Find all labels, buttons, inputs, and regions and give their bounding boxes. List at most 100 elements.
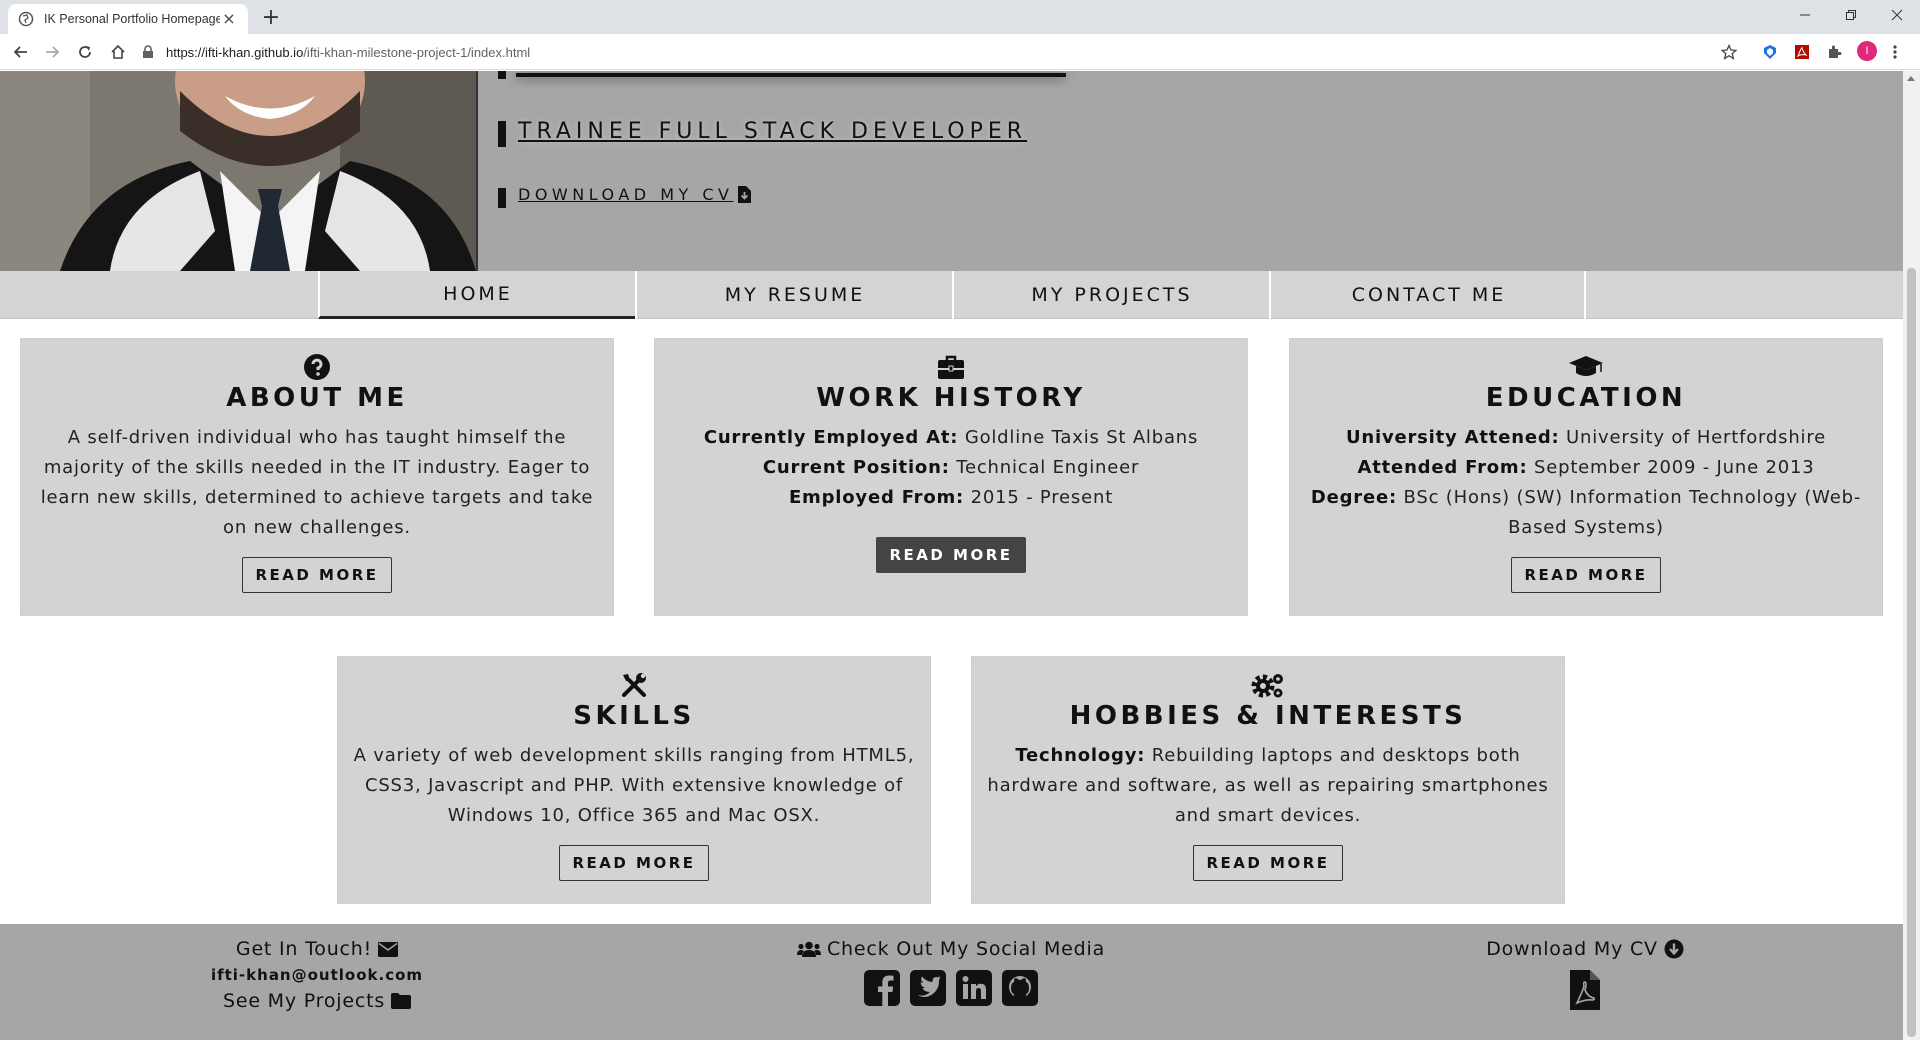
hobbies-card: HOBBIES & INTERESTS Technology: Rebuildi… xyxy=(971,656,1565,904)
lock-icon xyxy=(140,44,156,60)
restore-icon[interactable] xyxy=(1828,0,1874,30)
linkedin-icon[interactable] xyxy=(956,970,992,1006)
see-my-projects-link[interactable]: See My Projects xyxy=(0,990,634,1012)
employer-label: Currently Employed At: xyxy=(703,427,959,448)
hobbies-text: Technology: Rebuilding laptops and deskt… xyxy=(972,741,1564,831)
work-history-title: WORK HISTORY xyxy=(816,383,1086,413)
graduation-cap-icon xyxy=(1290,353,1882,381)
work-history-details: Currently Employed At: Goldline Taxis St… xyxy=(655,423,1247,513)
site-footer: Get In Touch! ifti-khan@outlook.com See … xyxy=(0,924,1903,1040)
folder-icon xyxy=(391,993,412,1009)
social-media-label: Check Out My Social Media xyxy=(826,938,1106,960)
technology-label: Technology: xyxy=(1015,745,1146,766)
reload-icon[interactable] xyxy=(73,40,97,64)
hero-marker xyxy=(498,188,506,208)
home-icon[interactable] xyxy=(106,40,130,64)
download-my-cv-link[interactable]: Download My CV xyxy=(1268,938,1902,960)
skills-card: SKILLS A variety of web development skil… xyxy=(337,656,931,904)
about-me-text: A self-driven individual who has taught … xyxy=(40,427,594,538)
education-title: EDUCATION xyxy=(1485,383,1687,413)
globe-icon xyxy=(18,11,34,27)
minimize-icon[interactable] xyxy=(1782,0,1828,30)
profile-photo xyxy=(0,71,476,271)
bookmark-star-icon[interactable] xyxy=(1720,43,1738,61)
footer-download-column: Download My CV xyxy=(1268,938,1902,1010)
footer-social-column: Check Out My Social Media xyxy=(634,938,1268,1006)
hero-marker xyxy=(498,121,506,147)
skills-title: SKILLS xyxy=(573,701,695,731)
tab-close-icon[interactable]: × xyxy=(220,10,238,28)
skills-text: A variety of web development skills rang… xyxy=(353,745,915,826)
url-host: https://ifti-khan.github.io xyxy=(166,44,304,60)
new-tab-icon[interactable]: + xyxy=(258,6,284,32)
page-scrollbar[interactable] xyxy=(1903,71,1920,1040)
nav-home[interactable]: HOME xyxy=(318,271,636,319)
hero-marker xyxy=(498,71,506,79)
download-cv-link[interactable]: DOWNLOAD MY CV xyxy=(518,185,751,204)
hero-job-title: TRAINEE FULL STACK DEVELOPER xyxy=(518,119,1028,144)
position-label: Current Position: xyxy=(762,457,950,478)
nav-projects-label: MY PROJECTS xyxy=(1031,284,1193,306)
nav-my-resume[interactable]: MY RESUME xyxy=(635,271,953,319)
employed-from-label: Employed From: xyxy=(788,487,965,508)
hero-underline-bar xyxy=(516,73,1066,77)
degree-value: BSc (Hons) (SW) Information Technology (… xyxy=(1397,487,1862,538)
pdf-extension-icon[interactable] xyxy=(1793,43,1811,61)
about-read-more-button[interactable]: READ MORE xyxy=(242,557,392,593)
file-pdf-icon[interactable] xyxy=(1570,970,1600,1010)
employer-value: Goldline Taxis St Albans xyxy=(958,427,1199,448)
see-my-projects-label: See My Projects xyxy=(222,990,386,1012)
tools-icon xyxy=(338,671,930,699)
extensions-puzzle-icon[interactable] xyxy=(1825,43,1843,61)
envelope-icon xyxy=(378,941,399,957)
skills-read-more-button[interactable]: READ MORE xyxy=(559,845,709,881)
facebook-icon[interactable] xyxy=(864,970,900,1006)
work-history-card: WORK HISTORY Currently Employed At: Gold… xyxy=(654,338,1248,616)
profile-avatar[interactable]: I xyxy=(1857,41,1877,61)
education-read-more-button[interactable]: READ MORE xyxy=(1511,557,1661,593)
nav-divider xyxy=(1584,271,1586,319)
hobbies-read-more-button[interactable]: READ MORE xyxy=(1193,845,1343,881)
download-cv-label: DOWNLOAD MY CV xyxy=(518,185,734,204)
nav-contact-me[interactable]: CONTACT ME xyxy=(1269,271,1587,319)
about-me-title: ABOUT ME xyxy=(226,383,408,413)
scrollbar-thumb[interactable] xyxy=(1907,268,1916,1037)
close-window-icon[interactable] xyxy=(1874,0,1920,30)
position-value: Technical Engineer xyxy=(949,457,1140,478)
social-media-heading: Check Out My Social Media xyxy=(634,938,1268,960)
social-icons xyxy=(634,970,1268,1006)
university-value: University of Hertfordshire xyxy=(1559,427,1827,448)
education-card: EDUCATION University Attened: University… xyxy=(1289,338,1883,616)
extension-shield-icon[interactable] xyxy=(1761,43,1779,61)
users-icon xyxy=(796,941,821,957)
menu-kebab-icon[interactable] xyxy=(1886,43,1904,61)
attended-from-label: Attended From: xyxy=(1357,457,1528,478)
browser-tab-strip: IK Personal Portfolio Homepage × + xyxy=(0,0,1920,34)
arrow-circle-down-icon xyxy=(1664,939,1684,959)
url-text: https://ifti-khan.github.io/ifti-khan-mi… xyxy=(166,45,530,60)
university-label: University Attened: xyxy=(1345,427,1560,448)
work-read-more-button[interactable]: READ MORE xyxy=(876,537,1026,573)
browser-toolbar: https://ifti-khan.github.io/ifti-khan-mi… xyxy=(0,34,1920,70)
attended-from-value: September 2009 - June 2013 xyxy=(1527,457,1815,478)
twitter-icon[interactable] xyxy=(910,970,946,1006)
back-arrow-icon[interactable] xyxy=(9,40,33,64)
get-in-touch-label: Get In Touch! xyxy=(235,938,373,960)
nav-my-projects[interactable]: MY PROJECTS xyxy=(952,271,1270,319)
hobbies-title: HOBBIES & INTERESTS xyxy=(1069,701,1467,731)
education-details: University Attened: University of Hertfo… xyxy=(1290,423,1882,543)
address-bar[interactable]: https://ifti-khan.github.io/ifti-khan-mi… xyxy=(140,38,1740,66)
degree-label: Degree: xyxy=(1310,487,1397,508)
forward-arrow-icon[interactable] xyxy=(40,40,64,64)
tab-title: IK Personal Portfolio Homepage xyxy=(44,12,220,26)
get-in-touch-link[interactable]: Get In Touch! xyxy=(0,938,634,960)
photo-divider xyxy=(476,71,478,271)
github-icon[interactable] xyxy=(1002,970,1038,1006)
footer-email-link[interactable]: ifti-khan@outlook.com xyxy=(0,966,634,984)
question-circle-icon xyxy=(21,353,613,381)
browser-tab[interactable]: IK Personal Portfolio Homepage × xyxy=(8,4,248,34)
download-my-cv-label: Download My CV xyxy=(1486,938,1658,960)
nav-resume-label: MY RESUME xyxy=(724,284,866,306)
scroll-up-arrow-icon[interactable] xyxy=(1907,76,1915,81)
main-nav: HOME MY RESUME MY PROJECTS CONTACT ME xyxy=(0,271,1903,319)
